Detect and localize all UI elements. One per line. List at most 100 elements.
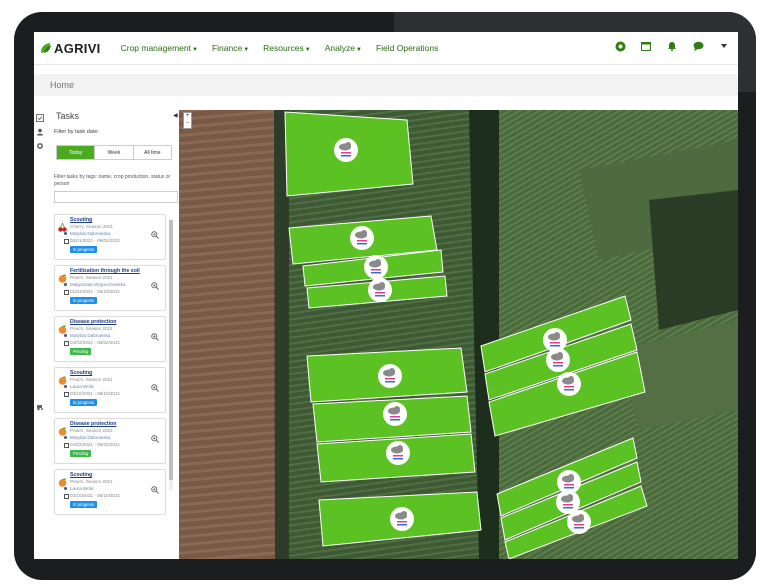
date-tab-week[interactable]: Week	[95, 146, 134, 159]
dropdown-caret-icon: ▼	[304, 47, 311, 53]
calendar-icon[interactable]	[640, 40, 652, 52]
zoom-to-field-icon[interactable]	[151, 384, 159, 392]
task-card[interactable]: Scouting Peach, Season 2021 Laura Wolic 03/…	[54, 469, 166, 515]
breadcrumb[interactable]: Home	[50, 80, 74, 90]
task-assignee: Matylda Dabrowska	[63, 435, 111, 440]
menu-item-analyze[interactable]: Analyze▼	[325, 43, 362, 53]
user-dropdown-caret-icon[interactable]	[718, 40, 730, 52]
app-screen: AGRIVI Crop management▼ Finance▼ Resources…	[34, 32, 738, 559]
tasks-sidebar: Tasks ◀ Filter by task date: Today Week Al…	[46, 110, 180, 559]
map-zoom-control: + −	[183, 112, 192, 129]
task-title[interactable]: Scouting	[70, 217, 92, 223]
weather-marker[interactable]	[364, 255, 388, 279]
task-assignee: Laura Wolic	[63, 384, 95, 389]
sidebar-scroll-thumb[interactable]	[169, 220, 173, 480]
weather-marker[interactable]	[390, 507, 414, 531]
weather-marker[interactable]	[350, 226, 374, 250]
menu-item-crop-management[interactable]: Crop management▼	[121, 43, 198, 53]
zoom-in-button[interactable]: +	[184, 113, 191, 120]
peach-icon	[58, 423, 67, 436]
map-canvas	[179, 110, 738, 559]
peach-icon	[58, 321, 67, 334]
task-assignee: Laura Wolic	[63, 486, 95, 491]
tractor-icon[interactable]	[36, 403, 44, 411]
weather-marker[interactable]	[546, 348, 570, 372]
weather-marker[interactable]	[378, 364, 402, 388]
zoom-to-field-icon[interactable]	[151, 435, 159, 443]
task-title[interactable]: Scouting	[70, 472, 92, 478]
task-title[interactable]: Disease protection	[70, 319, 116, 325]
zoom-to-field-icon[interactable]	[151, 333, 159, 341]
weather-marker[interactable]	[567, 510, 591, 534]
chat-icon[interactable]	[692, 40, 704, 52]
date-filter-tabs: Today Week All time	[56, 145, 172, 160]
menu-item-label: Finance	[211, 43, 243, 53]
menu-item-field-operations[interactable]: Field Operations	[376, 43, 438, 53]
settings-icon[interactable]	[36, 142, 44, 150]
task-card[interactable]: Fertilization through the soil Peach, Sea…	[54, 265, 166, 311]
zoom-to-field-icon[interactable]	[151, 486, 159, 494]
task-date-range: 04/02/2021 - 05/02/2021	[63, 340, 121, 346]
task-card[interactable]: Scouting Peach, Season 2021 Laura Wolic 03/…	[54, 367, 166, 413]
globe-icon[interactable]	[614, 40, 626, 52]
status-badge: In progress	[70, 501, 97, 508]
task-card[interactable]: Scouting Cherry, Season 2021 Matylda Dabro…	[54, 214, 166, 260]
task-title[interactable]: Scouting	[70, 370, 92, 376]
status-badge: Pending	[70, 348, 92, 355]
dropdown-caret-icon: ▼	[192, 47, 198, 53]
breadcrumb-bar: Home	[34, 74, 738, 96]
satellite-map[interactable]: + −	[179, 110, 738, 559]
forest-patch	[649, 190, 738, 330]
brand-name: AGRIVI	[54, 40, 101, 56]
status-badge: Pending	[70, 450, 92, 457]
task-crop: Cherry, Season 2021	[70, 224, 114, 229]
filter-date-label: Filter by task date:	[54, 129, 99, 135]
task-search-input[interactable]	[54, 191, 178, 203]
collapse-sidebar-icon[interactable]: ◀	[173, 112, 178, 119]
task-card[interactable]: Disease protection Peach, Season 2021 Maty…	[54, 316, 166, 362]
zoom-out-button[interactable]: −	[184, 120, 191, 127]
weather-marker[interactable]	[557, 372, 581, 396]
menu-item-label: Analyze	[324, 43, 355, 53]
menu-item-finance[interactable]: Finance▼	[212, 43, 249, 53]
brand-logo[interactable]: AGRIVI	[40, 41, 101, 56]
navbar-icons	[600, 40, 730, 52]
peach-icon	[58, 270, 67, 283]
sidebar-scrollbar[interactable]	[169, 220, 173, 490]
bare-soil-strip	[179, 110, 279, 559]
menu-item-label: Field Operations	[375, 43, 439, 53]
weather-marker[interactable]	[386, 441, 410, 465]
task-title[interactable]: Fertilization through the soil	[70, 268, 140, 274]
task-list: Scouting Cherry, Season 2021 Matylda Dabro…	[54, 214, 166, 520]
task-assignee: Matylda Dabrowska	[63, 231, 111, 236]
status-badge: In progress	[70, 297, 97, 304]
menu-item-label: Crop management	[120, 43, 191, 53]
filter-tags-label: Filter tasks by tags: name, crop product…	[54, 174, 171, 187]
bell-icon[interactable]	[666, 40, 678, 52]
peach-icon	[58, 474, 67, 487]
icon-rail	[34, 110, 46, 559]
zoom-to-field-icon[interactable]	[151, 282, 159, 290]
task-crop: Peach, Season 2021	[70, 428, 113, 433]
weather-marker[interactable]	[334, 138, 358, 162]
tasks-icon[interactable]	[36, 114, 44, 122]
task-date-range: 03/10/2021 - 05/10/2021	[63, 493, 121, 499]
task-assignee: Malgorzata Wojciechowska	[64, 282, 126, 287]
task-crop: Peach, Season 2021	[70, 275, 113, 280]
leaf-logo-icon	[41, 43, 51, 53]
weather-marker[interactable]	[368, 278, 392, 302]
zoom-to-field-icon[interactable]	[151, 231, 159, 239]
main-menu: Crop management▼ Finance▼ Resources▼ Analyz…	[121, 43, 453, 53]
weather-marker[interactable]	[383, 402, 407, 426]
dropdown-caret-icon: ▼	[356, 47, 362, 53]
cherry-icon	[58, 219, 67, 232]
person-location-icon[interactable]	[36, 128, 44, 136]
task-crop: Peach, Season 2021	[70, 326, 113, 331]
menu-item-label: Resources	[263, 43, 304, 53]
menu-item-resources[interactable]: Resources▼	[263, 43, 311, 53]
date-tab-all-time[interactable]: All time	[134, 146, 171, 159]
task-card[interactable]: Disease protection Peach, Season 2021 Maty…	[54, 418, 166, 464]
date-tab-today[interactable]: Today	[57, 146, 96, 159]
task-assignee: Matylda Dabrowska	[63, 333, 111, 338]
task-title[interactable]: Disease protection	[70, 421, 116, 427]
